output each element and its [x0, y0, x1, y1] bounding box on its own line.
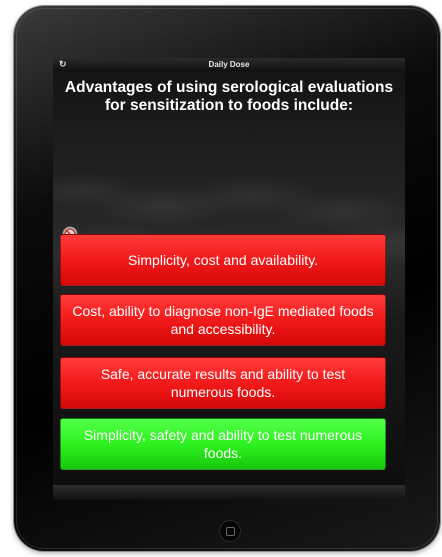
answer-label: Simplicity, cost and availability.: [127, 252, 319, 268]
answer-label: Simplicity, safety and ability to test n…: [83, 427, 363, 461]
home-button-icon: [226, 527, 235, 536]
answer-option-3[interactable]: Safe, accurate results and ability to te…: [60, 357, 386, 409]
bottom-toolbar: [53, 485, 405, 500]
home-button[interactable]: [219, 520, 241, 542]
app-screen: ↻ Daily Dose Advantages of using serolog…: [53, 58, 405, 500]
answer-option-4[interactable]: Simplicity, safety and ability to test n…: [60, 418, 386, 470]
app-title: Daily Dose: [208, 60, 250, 69]
front-camera: [227, 22, 232, 27]
answer-label: Cost, ability to diagnose non-IgE mediat…: [72, 303, 374, 337]
title-bar: ↻ Daily Dose: [53, 58, 405, 71]
question-text: Advantages of using serological evaluati…: [64, 79, 394, 114]
answer-label: Safe, accurate results and ability to te…: [100, 366, 346, 400]
refresh-icon[interactable]: ↻: [59, 58, 67, 71]
quiz-content: Advantages of using serological evaluati…: [53, 71, 405, 485]
answer-option-2[interactable]: Cost, ability to diagnose non-IgE mediat…: [60, 294, 386, 346]
answer-option-1[interactable]: Simplicity, cost and availability.: [60, 234, 386, 286]
